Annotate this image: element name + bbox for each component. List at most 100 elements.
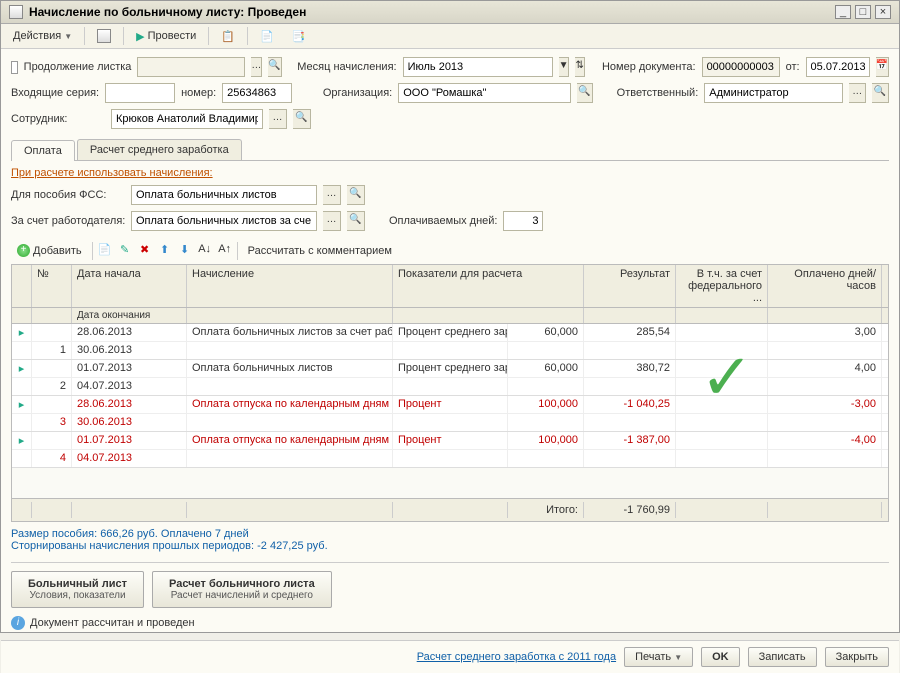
panel-sick-leave[interactable]: Больничный лист Условия, показатели: [11, 571, 144, 608]
toolbar-icon-3[interactable]: 📑: [286, 28, 312, 45]
month-label: Месяц начисления:: [297, 61, 396, 73]
document-icon: [9, 5, 23, 19]
print-button[interactable]: Печать ▼: [624, 647, 693, 667]
month-down-icon[interactable]: ▼: [559, 57, 570, 77]
sort-desc-icon[interactable]: A↑: [217, 243, 233, 259]
docnum-input[interactable]: [702, 57, 780, 77]
edit-row-icon[interactable]: ✎: [117, 243, 133, 259]
row-marker-icon: ▸: [19, 363, 25, 375]
calc-comment-button[interactable]: Рассчитать с комментарием: [242, 243, 398, 259]
window-title: Начисление по больничному листу: Проведе…: [29, 5, 306, 19]
fss-input[interactable]: [131, 185, 317, 205]
continuation-input[interactable]: [137, 57, 245, 77]
add-button[interactable]: + Добавить: [11, 241, 88, 260]
move-down-icon[interactable]: ⬇: [177, 243, 193, 259]
employee-label: Сотрудник:: [11, 113, 105, 125]
summary-text: Размер пособия: 666,26 руб. Оплачено 7 д…: [11, 528, 889, 552]
toolbar-icon-2[interactable]: 📄: [254, 28, 280, 45]
series-input[interactable]: [105, 83, 175, 103]
resp-input[interactable]: [704, 83, 843, 103]
resp-search-icon[interactable]: 🔍: [872, 83, 889, 103]
save-icon-button[interactable]: [91, 27, 117, 45]
copy-row-icon[interactable]: 📄: [97, 243, 113, 259]
series-label: Входящие серия:: [11, 87, 99, 99]
panel-calc[interactable]: Расчет больничного листа Расчет начислен…: [152, 571, 332, 608]
ok-button[interactable]: OK: [701, 647, 740, 667]
col-date-start[interactable]: Дата начала: [72, 265, 187, 307]
table-row[interactable]: ▸28.06.2013Оплата отпуска по календарным…: [12, 396, 888, 414]
status-row: i Документ рассчитан и проведен: [11, 616, 889, 630]
form-header: Продолжение листка … 🔍 Месяц начисления:…: [1, 49, 899, 139]
employee-input[interactable]: [111, 109, 263, 129]
minimize-button[interactable]: _: [835, 5, 851, 19]
footer-hint-link[interactable]: Расчет среднего заработка с 2011 года: [417, 651, 616, 663]
col-num[interactable]: №: [32, 265, 72, 307]
month-input[interactable]: [403, 57, 553, 77]
close-form-button[interactable]: Закрыть: [825, 647, 889, 667]
table-row[interactable]: ▸01.07.2013Оплата больничных листовПроце…: [12, 360, 888, 378]
actions-menu[interactable]: Действия ▼: [7, 28, 78, 44]
section-title[interactable]: При расчете использовать начисления:: [11, 167, 889, 179]
org-input[interactable]: [398, 83, 570, 103]
move-up-icon[interactable]: ⬆: [157, 243, 173, 259]
info-icon: i: [11, 616, 25, 630]
org-label: Организация:: [323, 87, 392, 99]
docdate-input[interactable]: [806, 57, 870, 77]
sort-asc-icon[interactable]: A↓: [197, 243, 213, 259]
tab-avg[interactable]: Расчет среднего заработка: [77, 139, 242, 160]
row-marker-icon: ▸: [19, 399, 25, 411]
resp-label: Ответственный:: [617, 87, 699, 99]
employee-search-icon[interactable]: 🔍: [293, 109, 311, 129]
fss-label: Для пособия ФСС:: [11, 189, 125, 201]
employer-search-icon[interactable]: 🔍: [347, 211, 365, 231]
col-result[interactable]: Результат: [584, 265, 676, 307]
col-days[interactable]: Оплачено дней/часов: [768, 265, 882, 307]
tabs: Оплата Расчет среднего заработка: [11, 139, 889, 161]
maximize-button[interactable]: □: [855, 5, 871, 19]
employee-lookup[interactable]: …: [269, 109, 287, 129]
delete-row-icon[interactable]: ✖: [137, 243, 153, 259]
plus-icon: +: [17, 244, 30, 257]
continuation-checkbox[interactable]: [11, 61, 18, 74]
close-button[interactable]: ×: [875, 5, 891, 19]
continuation-lookup[interactable]: …: [251, 57, 262, 77]
play-icon: ▶: [136, 30, 144, 43]
continuation-label: Продолжение листка: [24, 61, 132, 73]
resp-lookup[interactable]: …: [849, 83, 866, 103]
num-input[interactable]: [222, 83, 292, 103]
employer-input[interactable]: [131, 211, 317, 231]
paid-days-input[interactable]: [503, 211, 543, 231]
from-label: от:: [786, 61, 800, 73]
status-text: Документ рассчитан и проведен: [30, 617, 195, 629]
table-row[interactable]: ▸28.06.2013Оплата больничных листов за с…: [12, 324, 888, 342]
table-row[interactable]: ▸01.07.2013Оплата отпуска по календарным…: [12, 432, 888, 450]
fss-lookup[interactable]: …: [323, 185, 341, 205]
total-value: -1 760,99: [584, 502, 676, 518]
org-search-icon[interactable]: 🔍: [577, 83, 594, 103]
calc-grid: № Дата начала Начисление Показатели для …: [11, 264, 889, 522]
col-indicators[interactable]: Показатели для расчета: [393, 265, 584, 307]
main-toolbar: Действия ▼ ▶ Провести 📋 📄 📑: [1, 24, 899, 49]
table-toolbar: + Добавить 📄 ✎ ✖ ⬆ ⬇ A↓ A↑ Рассчитать с …: [11, 237, 889, 264]
fss-search-icon[interactable]: 🔍: [347, 185, 365, 205]
table-row[interactable]: 404.07.2013: [12, 450, 888, 468]
col-date-end[interactable]: Дата окончания: [72, 308, 187, 323]
paid-days-label: Оплачиваемых дней:: [389, 215, 497, 227]
continuation-search-icon[interactable]: 🔍: [268, 57, 281, 77]
table-row[interactable]: 330.06.2013: [12, 414, 888, 432]
month-step-icon[interactable]: ⇅: [575, 57, 584, 77]
docnum-label: Номер документа:: [602, 61, 696, 73]
toolbar-icon-1[interactable]: 📋: [215, 28, 241, 45]
chevron-down-icon: ▼: [64, 32, 72, 41]
process-button[interactable]: ▶ Провести: [130, 28, 202, 45]
table-row[interactable]: 130.06.2013: [12, 342, 888, 360]
employer-label: За счет работодателя:: [11, 215, 125, 227]
employer-lookup[interactable]: …: [323, 211, 341, 231]
col-calc[interactable]: Начисление: [187, 265, 393, 307]
tab-payment[interactable]: Оплата: [11, 140, 75, 161]
save-button[interactable]: Записать: [748, 647, 817, 667]
table-row[interactable]: 204.07.2013: [12, 378, 888, 396]
num-label: номер:: [181, 87, 216, 99]
calendar-icon[interactable]: 📅: [876, 57, 889, 77]
col-federal[interactable]: В т.ч. за счет федерального ...: [676, 265, 768, 307]
